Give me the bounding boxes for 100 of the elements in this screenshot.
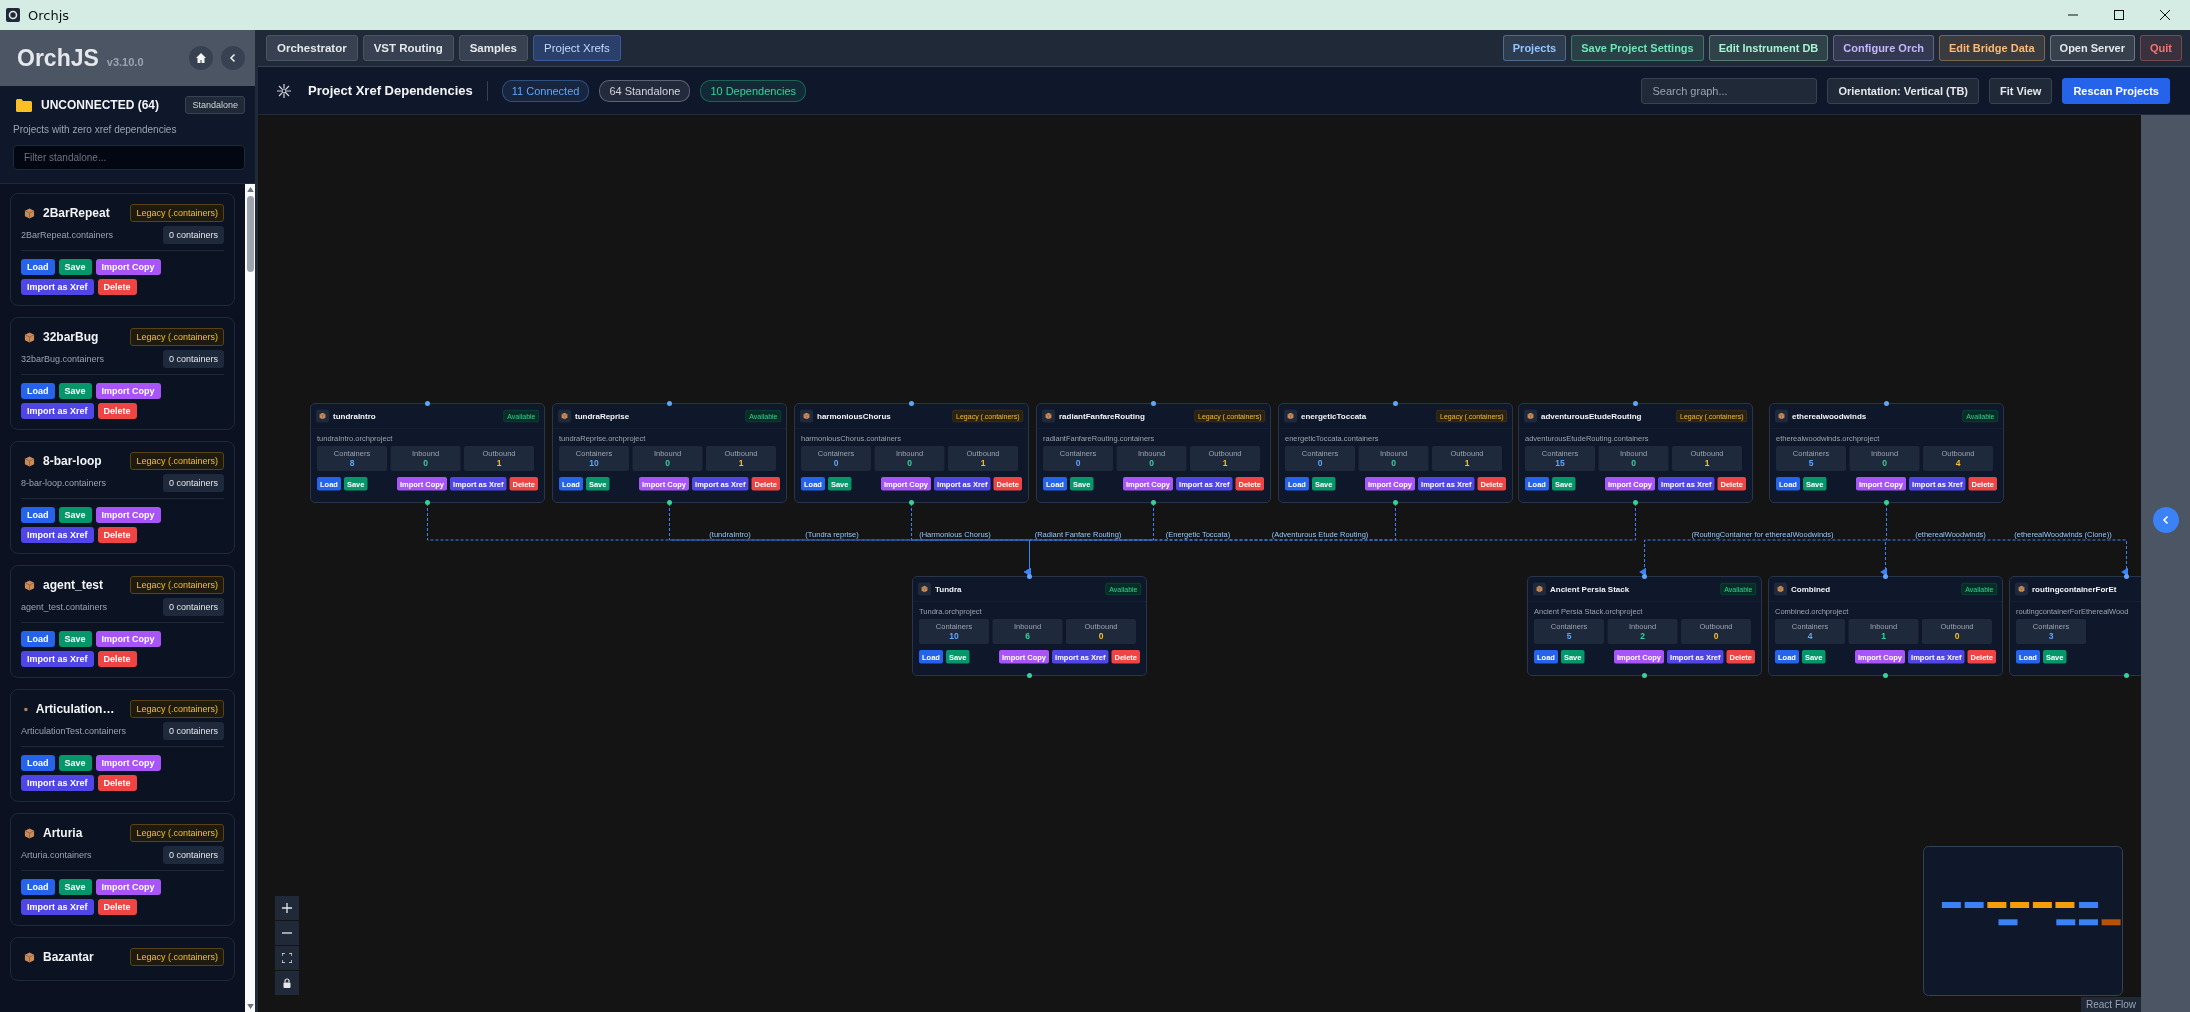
project-filename: ArticulationTest.containers	[21, 726, 127, 736]
standalone-tag: Standalone	[185, 96, 245, 114]
stat-value: 0	[1631, 458, 1636, 469]
stat-value: 3	[2048, 631, 2054, 642]
project-name: 2BarRepeat	[43, 206, 110, 220]
xref-button[interactable]: Import as Xref	[21, 651, 94, 667]
nav-tab[interactable]: VST Routing	[362, 35, 454, 61]
stat-value: 0	[833, 458, 839, 469]
toolbar-button[interactable]: Edit Instrument DB	[1708, 35, 1829, 61]
toolbar-button[interactable]: Projects	[1502, 35, 1567, 61]
load-button[interactable]: Load	[21, 383, 55, 399]
xref-button[interactable]: Import as Xref	[21, 279, 94, 295]
load-button[interactable]: Load	[21, 879, 55, 895]
stat-value: 0	[665, 458, 670, 469]
legacy-badge: Legacy (.containers)	[130, 576, 224, 594]
graph-title: Project Xref Dependencies	[308, 83, 473, 98]
save-button[interactable]: Save	[58, 259, 92, 275]
project-filename: 2BarRepeat.containers	[21, 230, 114, 240]
section-title: UNCONNECTED (64)	[41, 98, 159, 112]
primary-button[interactable]: Rescan Projects	[2062, 77, 2170, 104]
toolbar-button[interactable]: Save Project Settings	[1571, 35, 1704, 61]
stat-value: 0	[1882, 458, 1887, 469]
secondary-button[interactable]: Fit View	[1989, 77, 2053, 104]
attribution-link[interactable]: React Flow	[2081, 997, 2141, 1012]
load-button[interactable]: Load	[21, 507, 55, 523]
nav-tab[interactable]: Samples	[458, 35, 528, 61]
copy-button[interactable]: Import Copy	[95, 631, 161, 647]
load-button[interactable]: Load	[21, 631, 55, 647]
delete-button[interactable]: Delete	[97, 651, 137, 667]
stat-value: 0	[907, 458, 912, 469]
delete-button[interactable]: Delete	[97, 899, 137, 915]
node-title: Ancient Persia Stack	[1550, 584, 1630, 594]
container-count: 0 containers	[162, 474, 224, 492]
project-filename: 8-bar-loop.containers	[21, 478, 107, 488]
load-button[interactable]: Load	[21, 755, 55, 771]
stat-value: 4	[1807, 631, 1813, 642]
legacy-badge: Legacy (.containers)	[130, 700, 224, 718]
section-description: Projects with zero xref dependencies	[13, 124, 178, 135]
stat-value: 5	[1566, 631, 1572, 642]
xref-button[interactable]: Import as Xref	[21, 775, 94, 791]
project-name: 8-bar-loop	[43, 454, 102, 468]
toolbar-button[interactable]: Quit	[2140, 35, 2182, 61]
copy-button[interactable]: Import Copy	[95, 879, 161, 895]
delete-button[interactable]: Delete	[97, 527, 137, 543]
app-name: OrchJS	[17, 44, 99, 72]
stat-pill: 64 Standalone	[599, 79, 691, 102]
stat-value: 1	[1222, 458, 1228, 469]
nav-tab[interactable]: Orchestrator	[266, 35, 358, 61]
stat-value: 1	[1464, 458, 1470, 469]
stat-pill: 11 Connected	[501, 79, 590, 102]
stat-value: 0	[1317, 458, 1323, 469]
copy-button[interactable]: Import Copy	[95, 383, 161, 399]
stat-value: 4	[1955, 458, 1961, 469]
toolbar-button[interactable]: Open Server	[2049, 35, 2135, 61]
delete-button[interactable]: Delete	[97, 775, 137, 791]
project-filename: 32barBug.containers	[21, 354, 105, 364]
stat-value: 0	[1713, 631, 1719, 642]
delete-button[interactable]: Delete	[97, 403, 137, 419]
project-name: agent_test	[43, 578, 104, 592]
stat-value: 5	[1808, 458, 1814, 469]
xref-button[interactable]: Import as Xref	[21, 403, 94, 419]
secondary-button[interactable]: Orientation: Vertical (TB)	[1827, 77, 1979, 104]
toolbar-button[interactable]: Configure Orch	[1833, 35, 1934, 61]
save-button[interactable]: Save	[58, 507, 92, 523]
legacy-badge: Legacy (.containers)	[130, 824, 224, 842]
copy-button[interactable]: Import Copy	[95, 507, 161, 523]
stat-value: 0	[423, 458, 428, 469]
node-title: tundraIntro	[333, 411, 376, 421]
container-count: 0 containers	[162, 226, 224, 244]
save-button[interactable]: Save	[58, 383, 92, 399]
filter-field[interactable]: Filter standalone...	[13, 145, 245, 170]
container-count: 0 containers	[162, 846, 224, 864]
save-button[interactable]: Save	[58, 879, 92, 895]
legacy-badge: Legacy (.containers)	[130, 948, 224, 966]
copy-button[interactable]: Import Copy	[95, 755, 161, 771]
save-button[interactable]: Save	[58, 631, 92, 647]
project-name: Articulation…	[35, 702, 115, 716]
nav-tab[interactable]: Project Xrefs	[533, 35, 621, 61]
legacy-badge: Legacy (.containers)	[130, 204, 224, 222]
project-name: Bazantar	[43, 950, 94, 964]
node-title: Tundra	[935, 584, 962, 594]
toolbar-button[interactable]: Edit Bridge Data	[1939, 35, 2045, 61]
xref-button[interactable]: Import as Xref	[21, 899, 94, 915]
project-filename: agent_test.containers	[21, 602, 108, 612]
load-button[interactable]: Load	[21, 259, 55, 275]
window-title: Orchjs	[28, 7, 70, 23]
project-filename: Arturia.containers	[21, 850, 92, 860]
stat-value: 10	[589, 458, 599, 469]
stat-value: 1	[738, 458, 744, 469]
project-name: 32barBug	[43, 330, 99, 344]
search-field[interactable]: Search graph...	[1641, 77, 1818, 104]
save-button[interactable]: Save	[58, 755, 92, 771]
legacy-badge: Legacy (.containers)	[130, 452, 224, 470]
copy-button[interactable]: Import Copy	[95, 259, 161, 275]
node-title: routingcontainerForEt	[2032, 584, 2117, 594]
stat-value: 10	[949, 631, 959, 642]
delete-button[interactable]: Delete	[97, 279, 137, 295]
version-label: v3.10.0	[106, 55, 144, 68]
stat-value: 1	[980, 458, 986, 469]
xref-button[interactable]: Import as Xref	[21, 527, 94, 543]
